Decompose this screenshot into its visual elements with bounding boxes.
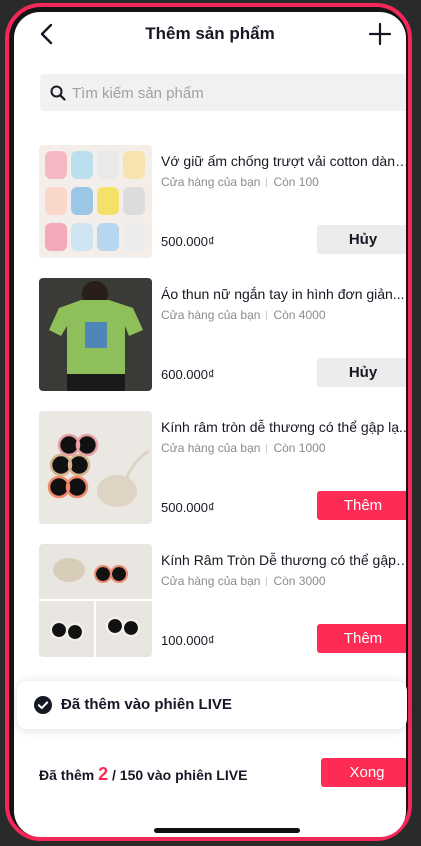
product-price: 600.000₫ bbox=[161, 367, 215, 382]
cancel-button[interactable]: Hủy bbox=[317, 225, 406, 254]
product-image bbox=[39, 544, 152, 657]
product-item: Áo thun nữ ngắn tay in hình đơn giản... … bbox=[39, 278, 406, 392]
plus-icon[interactable] bbox=[366, 20, 394, 48]
search-icon bbox=[50, 85, 66, 101]
cancel-button[interactable]: Hủy bbox=[317, 358, 406, 387]
product-image bbox=[39, 278, 152, 391]
product-name[interactable]: Kính Râm Tròn Dễ thương có thể gập l... bbox=[161, 552, 406, 568]
add-button[interactable]: Thêm bbox=[317, 491, 406, 520]
added-suffix: / 150 vào phiên LIVE bbox=[112, 767, 248, 783]
product-price: 500.000₫ bbox=[161, 500, 215, 515]
product-item: Kính râm tròn dễ thương có thể gập lạ...… bbox=[39, 411, 406, 525]
product-image bbox=[39, 411, 152, 524]
stock-label: Còn 3000 bbox=[273, 574, 326, 588]
toast-notification: Đã thêm vào phiên LIVE bbox=[17, 681, 407, 729]
product-image bbox=[39, 145, 152, 258]
product-meta: Cửa hàng của bạn Còn 1000 bbox=[161, 441, 326, 455]
product-name[interactable]: Kính râm tròn dễ thương có thể gập lạ... bbox=[161, 419, 406, 435]
header: Thêm sản phẩm bbox=[14, 12, 406, 58]
store-label: Cửa hàng của bạn bbox=[161, 574, 261, 588]
done-button[interactable]: Xong bbox=[321, 758, 406, 787]
stock-label: Còn 1000 bbox=[273, 441, 326, 455]
toast-message: Đã thêm vào phiên LIVE bbox=[61, 696, 232, 713]
added-count-text: Đã thêm 2 / 150 vào phiên LIVE bbox=[39, 764, 247, 785]
page-title: Thêm sản phẩm bbox=[145, 24, 275, 43]
search-input[interactable] bbox=[70, 74, 404, 113]
store-label: Cửa hàng của bạn bbox=[161, 175, 261, 189]
stock-label: Còn 4000 bbox=[273, 308, 326, 322]
store-label: Cửa hàng của bạn bbox=[161, 441, 261, 455]
product-meta: Cửa hàng của bạn Còn 3000 bbox=[161, 574, 326, 588]
product-item: Vớ giữ ấm chống trượt vải cotton dành...… bbox=[39, 145, 406, 259]
product-meta: Cửa hàng của bạn Còn 100 bbox=[161, 175, 319, 189]
check-circle-icon bbox=[34, 696, 52, 714]
store-label: Cửa hàng của bạn bbox=[161, 308, 261, 322]
product-name[interactable]: Áo thun nữ ngắn tay in hình đơn giản... bbox=[161, 286, 406, 302]
product-name[interactable]: Vớ giữ ấm chống trượt vải cotton dành... bbox=[161, 153, 406, 169]
added-count: 2 bbox=[98, 764, 109, 784]
home-indicator[interactable] bbox=[154, 828, 300, 833]
product-price: 500.000₫ bbox=[161, 234, 215, 249]
search-bar[interactable] bbox=[40, 74, 406, 113]
added-prefix: Đã thêm bbox=[39, 767, 95, 783]
stock-label: Còn 100 bbox=[273, 175, 319, 189]
product-meta: Cửa hàng của bạn Còn 4000 bbox=[161, 308, 326, 322]
product-item: Kính Râm Tròn Dễ thương có thể gập l... … bbox=[39, 544, 406, 658]
add-button[interactable]: Thêm bbox=[317, 624, 406, 653]
product-price: 100.000₫ bbox=[161, 633, 215, 648]
